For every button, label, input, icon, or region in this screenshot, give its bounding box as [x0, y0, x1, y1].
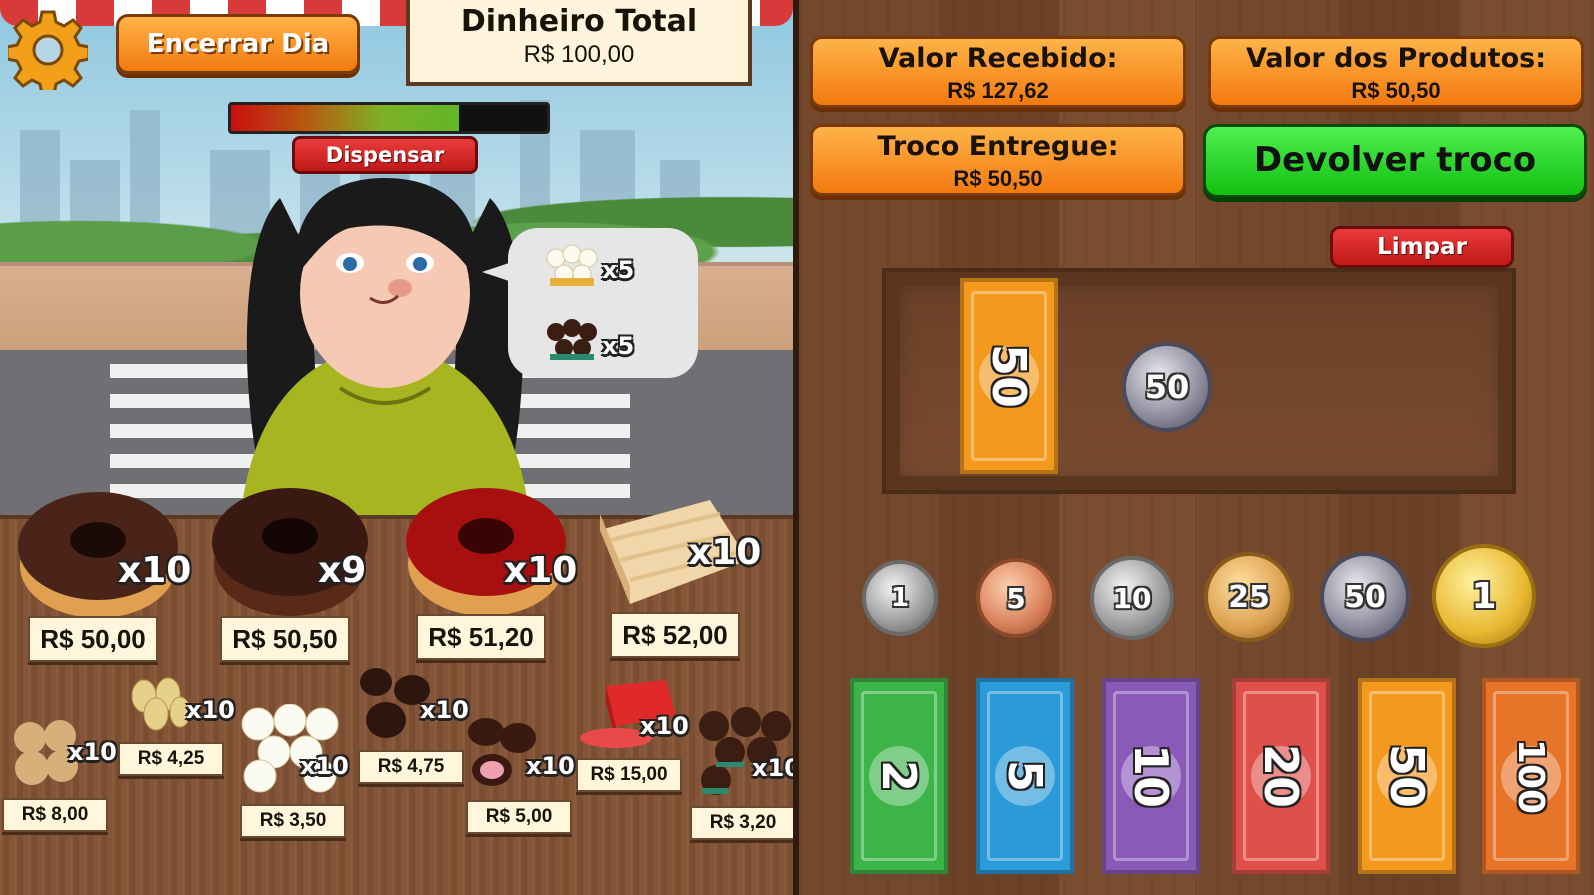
- note-10[interactable]: 10: [1102, 678, 1200, 874]
- price-strawberry-bombom: R$ 5,00: [466, 800, 572, 834]
- price-peanut-balls: R$ 8,00: [2, 798, 108, 832]
- change-given-panel: Troco Entregue: R$ 50,50: [810, 124, 1186, 196]
- order-bubble: x5 x5: [482, 228, 698, 378]
- dismiss-customer-button[interactable]: Dispensar: [292, 136, 478, 174]
- settings-gear-icon[interactable]: [8, 10, 88, 90]
- tray-note-50[interactable]: 50: [960, 278, 1058, 474]
- price-bombom: R$ 4,75: [358, 750, 464, 784]
- customer-character[interactable]: [220, 178, 550, 523]
- change-tray[interactable]: 50 50: [882, 268, 1516, 494]
- note-50[interactable]: 50: [1358, 678, 1456, 874]
- note-100[interactable]: 100: [1482, 678, 1580, 874]
- price-chocolate-donut-dark: R$ 50,50: [220, 616, 350, 662]
- total-money-title: Dinheiro Total: [460, 4, 698, 39]
- price-strawberry-donut: R$ 51,20: [416, 614, 546, 660]
- received-value-panel: Valor Recebido: R$ 127,62: [810, 36, 1186, 108]
- return-change-button[interactable]: Devolver troco: [1203, 124, 1587, 198]
- total-money-value: R$ 100,00: [523, 41, 635, 68]
- qty-chocolate-donut: x10: [118, 550, 192, 591]
- change-value: R$ 50,50: [953, 166, 1043, 191]
- change-label: Troco Entregue:: [877, 131, 1119, 162]
- products-value-panel: Valor dos Produtos: R$ 50,50: [1208, 36, 1584, 108]
- coin-1-real[interactable]: 1: [1432, 544, 1536, 648]
- end-day-button[interactable]: Encerrar Dia: [116, 14, 360, 74]
- qty-chocolate-donut-dark: x9: [318, 550, 367, 591]
- qty-strawberry-bombom: x10: [526, 752, 575, 780]
- note-20[interactable]: 20: [1232, 678, 1330, 874]
- note-5[interactable]: 5: [976, 678, 1074, 874]
- patience-bar-fill: [231, 105, 459, 131]
- price-guava-paste: R$ 15,00: [576, 758, 682, 792]
- price-chocolate-donut: R$ 50,00: [28, 616, 158, 662]
- price-brigadeiro: R$ 3,20: [690, 806, 793, 840]
- total-money-panel: Dinheiro Total R$ 100,00: [406, 0, 752, 86]
- tray-coin-50[interactable]: 50: [1122, 342, 1212, 432]
- product-coconut-sweet[interactable]: [240, 704, 340, 794]
- products-value: R$ 50,50: [1351, 78, 1441, 103]
- coin-5-centavos[interactable]: 5: [976, 558, 1056, 638]
- coin-10-centavos[interactable]: 10: [1090, 556, 1174, 640]
- request-qty-brigadeiro: x5: [602, 332, 635, 360]
- qty-peanut-balls: x10: [68, 738, 117, 766]
- product-pacoca[interactable]: [128, 676, 192, 732]
- price-pacoca: R$ 4,25: [118, 742, 224, 776]
- qty-pacoca: x10: [186, 696, 235, 724]
- note-2[interactable]: 2: [850, 678, 948, 874]
- received-value: R$ 127,62: [947, 78, 1049, 103]
- qty-guava-paste: x10: [640, 712, 689, 740]
- clear-button[interactable]: Limpar: [1330, 226, 1514, 268]
- qty-brigadeiro: x10: [752, 754, 793, 782]
- shop-scene: x5 x5 x10 R$ 50,00 x9 R$ 50,50 x10 R$ 51…: [0, 0, 793, 895]
- product-brigadeiro[interactable]: [696, 706, 792, 798]
- coin-1-centavo[interactable]: 1: [862, 560, 938, 636]
- price-pie-slice: R$ 52,00: [610, 612, 740, 658]
- products-label: Valor dos Produtos:: [1245, 43, 1547, 74]
- coin-25-centavos[interactable]: 25: [1204, 552, 1294, 642]
- qty-bombom: x10: [420, 696, 469, 724]
- qty-strawberry-donut: x10: [504, 550, 578, 591]
- patience-bar: [228, 102, 550, 134]
- received-label: Valor Recebido:: [878, 43, 1118, 74]
- brigadeiro-icon: [547, 319, 597, 360]
- qty-coconut-sweet: x10: [300, 752, 349, 780]
- request-qty-coconut: x5: [602, 256, 635, 284]
- qty-pie-slice: x10: [688, 532, 762, 573]
- price-coconut-sweet: R$ 3,50: [240, 804, 346, 838]
- coin-50-centavos[interactable]: 50: [1320, 552, 1410, 642]
- coconut-sweet-icon: [546, 244, 598, 286]
